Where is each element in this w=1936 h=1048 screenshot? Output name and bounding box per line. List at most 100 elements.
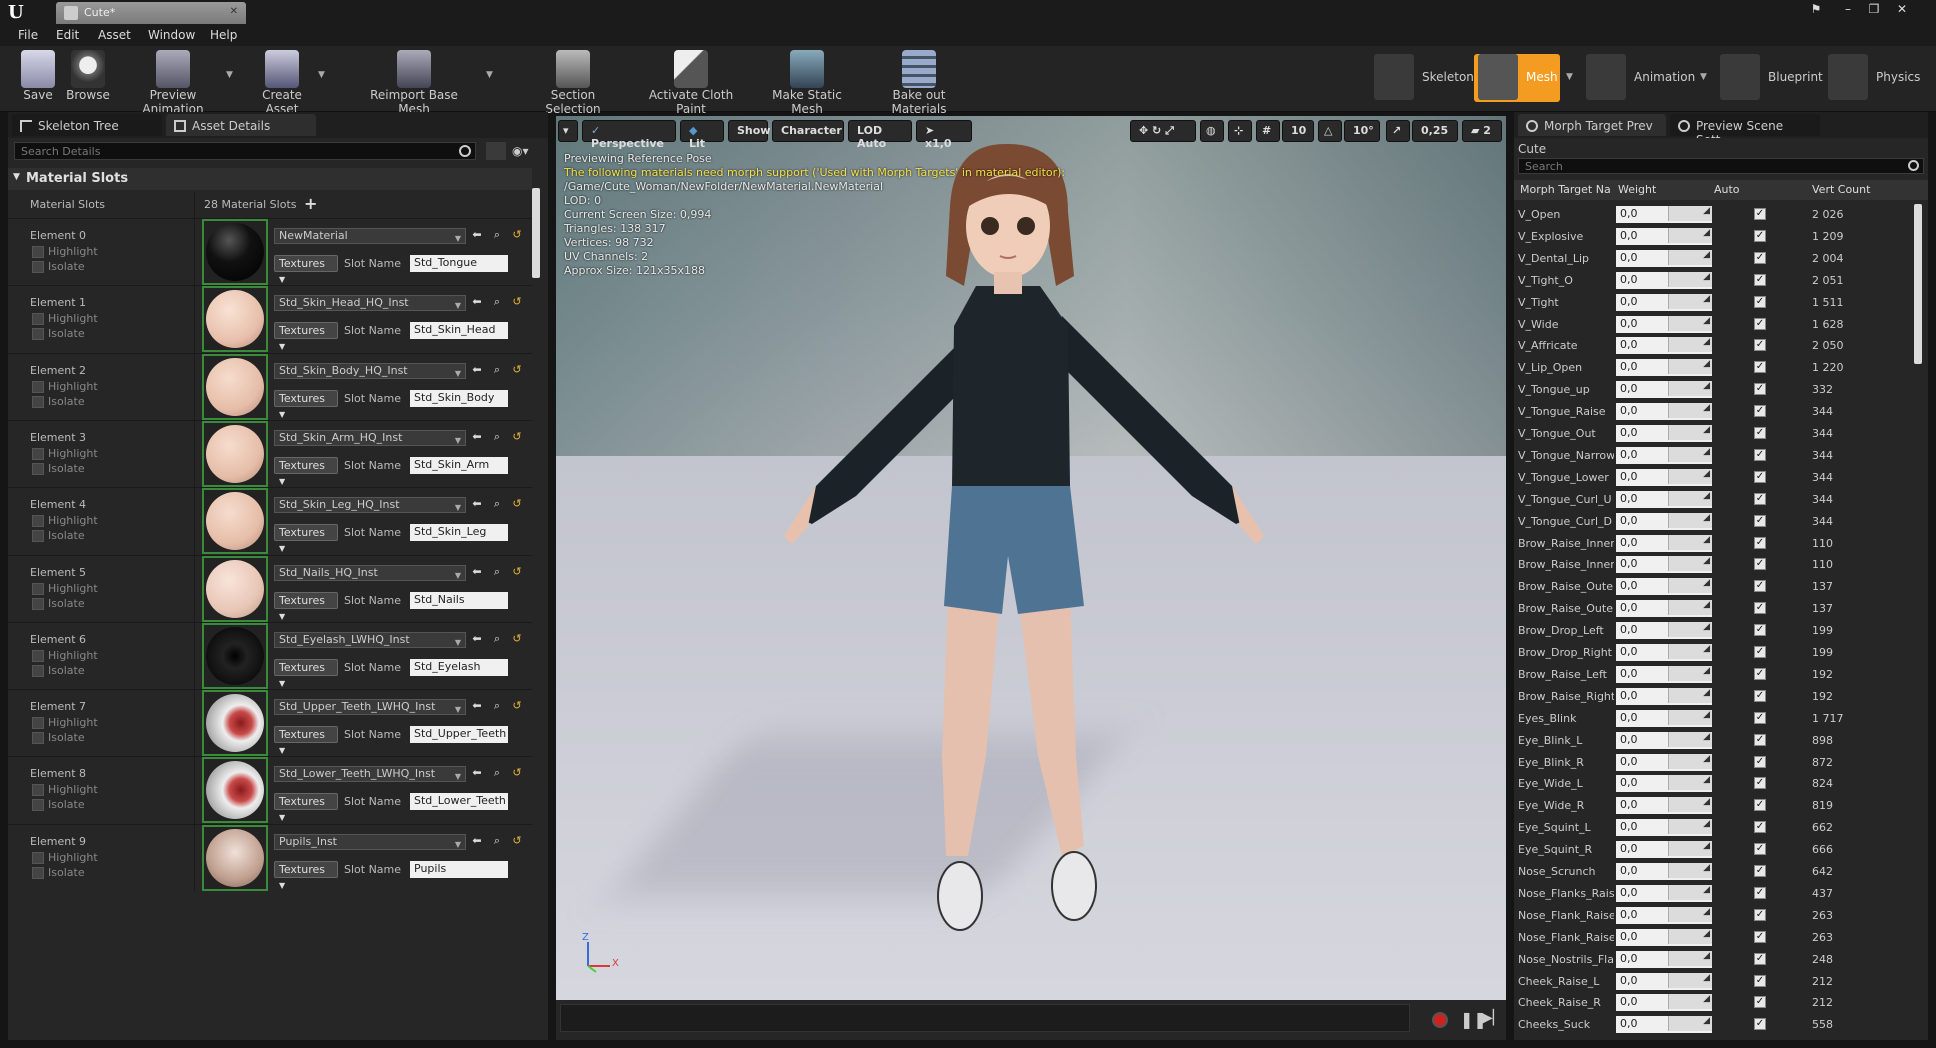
close-window-icon[interactable]: ✕ xyxy=(1890,0,1914,18)
highlight-checkbox[interactable] xyxy=(32,246,44,258)
rotation-snap-value[interactable]: 10° xyxy=(1344,120,1380,142)
morph-target-row[interactable]: Eye_Blink_R 0,0 ◢ ✓ 872 xyxy=(1514,752,1928,774)
weight-input[interactable]: 0,0 ◢ xyxy=(1616,950,1712,968)
reimport-base-mesh-button[interactable]: Reimport Base Mesh xyxy=(356,50,472,116)
auto-checkbox[interactable]: ✓ xyxy=(1754,536,1766,549)
textures-dropdown[interactable]: Textures ▼ xyxy=(274,524,338,553)
feedback-icon[interactable]: ⚑ xyxy=(1804,0,1828,18)
weight-slider-handle[interactable]: ◢ xyxy=(1668,841,1712,857)
auto-checkbox[interactable]: ✓ xyxy=(1754,865,1766,877)
reset-to-default-icon[interactable]: ↺ xyxy=(510,363,524,377)
weight-slider-handle[interactable]: ◢ xyxy=(1668,337,1712,353)
isolate-checkbox[interactable] xyxy=(32,261,44,273)
weight-input[interactable]: 0,0 ◢ xyxy=(1616,293,1712,311)
material-dropdown[interactable]: Std_Skin_Arm_HQ_Inst ▼ xyxy=(274,429,466,446)
col-vert-count[interactable]: Vert Count xyxy=(1812,183,1870,196)
visibility-eye-icon[interactable]: ◉▾ xyxy=(512,144,536,158)
document-tab[interactable]: Cute* ✕ xyxy=(56,2,246,24)
isolate-checkbox[interactable] xyxy=(32,732,44,745)
textures-dropdown[interactable]: Textures ▼ xyxy=(274,860,338,890)
grid-snap-value[interactable]: 10 xyxy=(1282,120,1314,142)
isolate-checkbox[interactable] xyxy=(32,395,44,408)
weight-slider-handle[interactable]: ◢ xyxy=(1668,512,1712,528)
weight-slider-handle[interactable]: ◢ xyxy=(1668,600,1712,616)
auto-checkbox[interactable]: ✓ xyxy=(1754,580,1766,593)
use-selected-arrow-icon[interactable]: ⬅ xyxy=(470,565,484,579)
highlight-checkbox[interactable] xyxy=(32,515,44,528)
weight-slider-handle[interactable]: ◢ xyxy=(1668,972,1712,988)
col-morph-target-name[interactable]: Morph Target Na xyxy=(1520,183,1611,196)
weight-input[interactable]: 0,0 ◢ xyxy=(1616,490,1712,508)
weight-slider-handle[interactable]: ◢ xyxy=(1668,556,1712,572)
weight-input[interactable]: 0,0 ◢ xyxy=(1616,468,1712,486)
auto-checkbox[interactable]: ✓ xyxy=(1754,1018,1766,1031)
use-selected-arrow-icon[interactable]: ⬅ xyxy=(470,228,484,242)
slot-name-input[interactable]: Std_Skin_Body xyxy=(410,389,508,407)
browse-asset-icon[interactable]: ⌕ xyxy=(490,295,504,309)
morph-target-row[interactable]: Brow_Raise_Inner 0,0 ◢ ✓ 110 xyxy=(1514,533,1928,555)
auto-checkbox[interactable]: ✓ xyxy=(1754,777,1766,790)
reset-to-default-icon[interactable]: ↺ xyxy=(510,228,524,242)
mode-mesh[interactable]: Mesh xyxy=(1474,54,1560,102)
restore-icon[interactable]: ❐ xyxy=(1862,0,1886,18)
menu-window[interactable]: Window xyxy=(148,28,195,42)
weight-slider-handle[interactable]: ◢ xyxy=(1668,687,1712,703)
slot-name-input[interactable]: Std_Skin_Arm xyxy=(410,456,508,474)
unreal-logo-icon[interactable]: U xyxy=(8,2,32,23)
auto-checkbox[interactable]: ✓ xyxy=(1754,733,1766,746)
use-selected-arrow-icon[interactable]: ⬅ xyxy=(470,430,484,444)
auto-checkbox[interactable]: ✓ xyxy=(1754,974,1766,987)
auto-checkbox[interactable]: ✓ xyxy=(1754,667,1766,680)
weight-slider-handle[interactable]: ◢ xyxy=(1668,315,1712,331)
weight-slider-handle[interactable]: ◢ xyxy=(1668,797,1712,813)
auto-checkbox[interactable]: ✓ xyxy=(1754,273,1766,286)
weight-slider-handle[interactable]: ◢ xyxy=(1668,928,1712,944)
col-auto[interactable]: Auto xyxy=(1714,183,1740,196)
activate-cloth-paint-button[interactable]: Activate Cloth Paint xyxy=(634,50,748,116)
use-selected-arrow-icon[interactable]: ⬅ xyxy=(470,363,484,377)
details-scrollbar[interactable] xyxy=(532,188,540,278)
material-dropdown[interactable]: Std_Skin_Head_HQ_Inst ▼ xyxy=(274,295,466,312)
weight-input[interactable]: 0,0 ◢ xyxy=(1616,271,1712,289)
material-thumbnail[interactable] xyxy=(202,353,268,420)
weight-slider-handle[interactable]: ◢ xyxy=(1668,644,1712,659)
weight-input[interactable]: 0,0 ◢ xyxy=(1616,403,1712,421)
weight-slider-handle[interactable]: ◢ xyxy=(1668,1016,1712,1032)
weight-slider-handle[interactable]: ◢ xyxy=(1668,775,1712,791)
highlight-checkbox[interactable] xyxy=(32,313,44,326)
weight-input[interactable]: 0,0 ◢ xyxy=(1616,1016,1712,1034)
textures-dropdown[interactable]: Textures ▼ xyxy=(274,255,338,284)
auto-checkbox[interactable]: ✓ xyxy=(1754,339,1766,352)
browse-button[interactable]: Browse xyxy=(66,50,110,110)
weight-slider-handle[interactable]: ◢ xyxy=(1668,950,1712,966)
mode-blueprint[interactable]: Blueprint xyxy=(1716,54,1823,102)
morph-target-row[interactable]: V_Open 0,0 ◢ ✓ 2 026 xyxy=(1514,204,1928,226)
lit-button[interactable]: ◆ Lit xyxy=(680,120,724,150)
weight-input[interactable]: 0,0 ◢ xyxy=(1616,556,1712,574)
morph-target-row[interactable]: V_Tongue_Raise 0,0 ◢ ✓ 344 xyxy=(1514,401,1928,423)
auto-checkbox[interactable]: ✓ xyxy=(1754,492,1766,505)
step-forward-icon[interactable]: ▶▏ xyxy=(1482,1010,1504,1026)
material-dropdown[interactable]: Std_Upper_Teeth_LWHQ_Inst ▼ xyxy=(274,699,466,716)
save-button[interactable]: Save xyxy=(16,50,60,110)
weight-input[interactable]: 0,0 ◢ xyxy=(1616,819,1712,837)
auto-checkbox[interactable]: ✓ xyxy=(1754,405,1766,418)
material-dropdown[interactable]: Std_Lower_Teeth_LWHQ_Inst ▼ xyxy=(274,766,466,783)
weight-slider-handle[interactable]: ◢ xyxy=(1668,446,1712,462)
menu-edit[interactable]: Edit xyxy=(56,28,79,42)
weight-input[interactable]: 0,0 ◢ xyxy=(1616,665,1712,683)
browse-asset-icon[interactable]: ⌕ xyxy=(490,632,504,646)
material-thumbnail[interactable] xyxy=(202,690,268,757)
weight-slider-handle[interactable]: ◢ xyxy=(1668,271,1712,287)
weight-slider-handle[interactable]: ◢ xyxy=(1668,249,1712,265)
slot-name-input[interactable]: Std_Skin_Leg xyxy=(410,524,508,542)
weight-input[interactable]: 0,0 ◢ xyxy=(1616,906,1712,924)
browse-asset-icon[interactable]: ⌕ xyxy=(490,766,504,780)
highlight-checkbox[interactable] xyxy=(32,582,44,595)
material-thumbnail[interactable] xyxy=(202,488,268,555)
weight-input[interactable]: 0,0 ◢ xyxy=(1616,534,1712,552)
weight-slider-handle[interactable]: ◢ xyxy=(1668,884,1712,900)
highlight-checkbox[interactable] xyxy=(32,649,44,662)
reset-to-default-icon[interactable]: ↺ xyxy=(510,632,524,646)
browse-asset-icon[interactable]: ⌕ xyxy=(490,363,504,377)
